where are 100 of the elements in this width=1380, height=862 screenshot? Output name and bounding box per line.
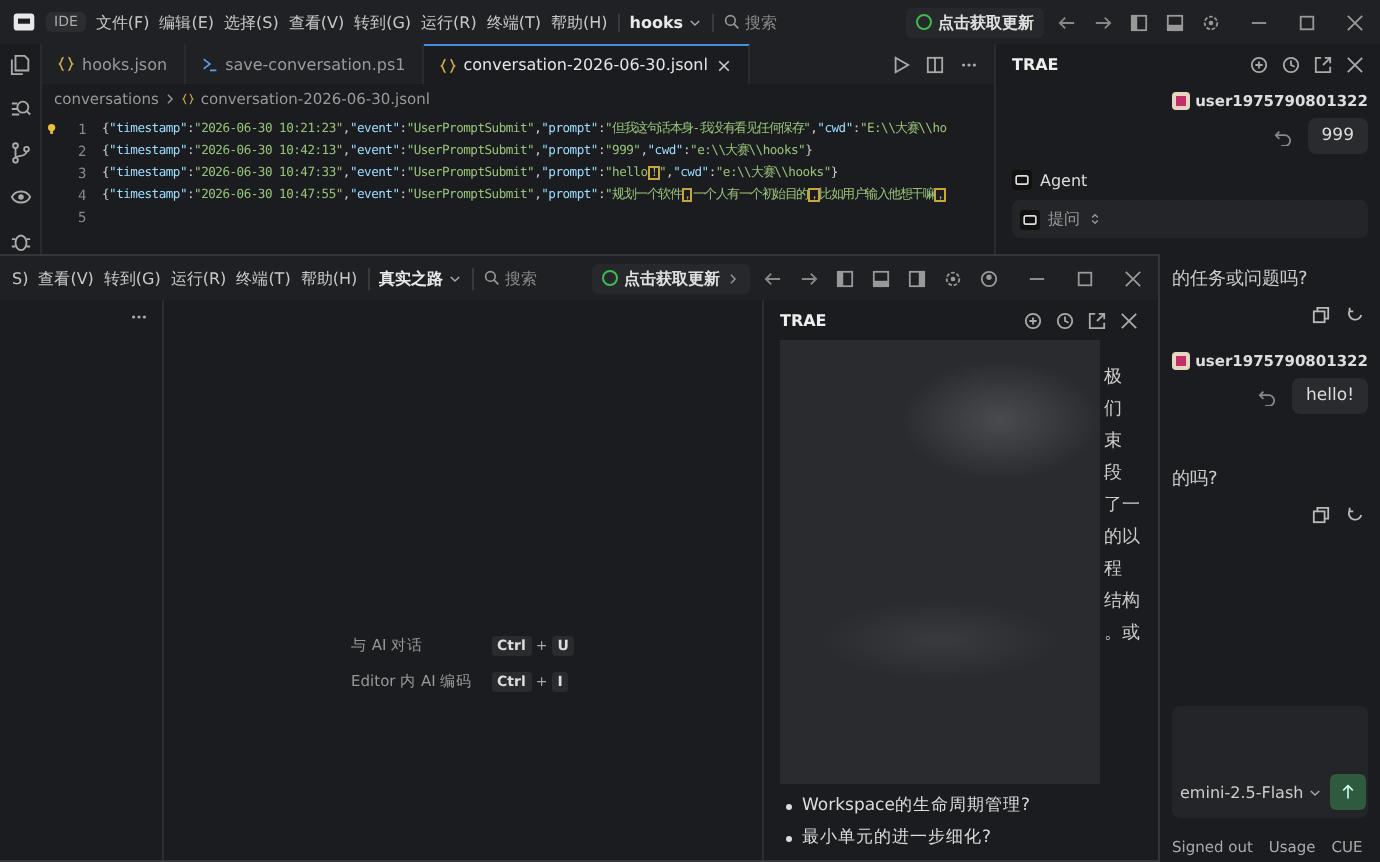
- update-button[interactable]: 点击获取更新: [592, 263, 750, 293]
- copy-icon[interactable]: [1312, 506, 1330, 524]
- chevron-right-icon: [726, 271, 740, 285]
- bullet-icon: [786, 804, 792, 810]
- terminal-icon: [201, 56, 218, 72]
- braces-icon: [58, 56, 74, 72]
- text-fragment: 结构: [1104, 592, 1140, 614]
- copy-icon[interactable]: [1312, 306, 1330, 324]
- close-icon[interactable]: [1124, 269, 1142, 287]
- search-icon[interactable]: [9, 98, 31, 120]
- panel-toggle-icon[interactable]: [1166, 13, 1184, 31]
- menu-item[interactable]: 查看(V): [288, 11, 345, 33]
- refresh-icon[interactable]: [1346, 306, 1364, 324]
- menu-item[interactable]: 转到(G): [354, 11, 412, 33]
- menu-item[interactable]: 帮助(H): [550, 11, 608, 33]
- agent-icon: [1012, 170, 1032, 190]
- menu-item[interactable]: 选择(S): [224, 11, 279, 33]
- text-fragment: 的以: [1104, 528, 1140, 550]
- search-icon: [483, 270, 500, 286]
- project-selector[interactable]: hooks: [617, 13, 714, 31]
- braces-icon: [182, 91, 195, 105]
- text-fragment: 们: [1104, 400, 1122, 422]
- close-icon[interactable]: [1346, 13, 1364, 31]
- bug-icon[interactable]: [9, 230, 31, 252]
- project-selector[interactable]: 真实之路: [367, 267, 474, 289]
- menu-item[interactable]: 文件(F): [95, 11, 150, 33]
- history-icon[interactable]: [1282, 55, 1300, 73]
- split-editor-icon[interactable]: [926, 55, 944, 73]
- reply-text: 的任务或问题吗?: [1172, 267, 1308, 292]
- undo-icon[interactable]: [1258, 387, 1277, 405]
- text-fragment: 极: [1104, 368, 1122, 390]
- list-item: 最小单元的进一步细化?: [802, 828, 992, 850]
- menu-item[interactable]: 终端(T): [236, 267, 291, 289]
- list-item: Workspace的生命周期管理?: [802, 796, 1030, 818]
- back-arrow-icon[interactable]: [764, 269, 782, 287]
- bullet-icon: [786, 836, 792, 842]
- eye-icon[interactable]: [9, 186, 31, 208]
- user-message: 999: [1307, 118, 1368, 154]
- editor-tab[interactable]: hooks.json: [42, 44, 186, 84]
- text-fragment: 束: [1104, 432, 1122, 454]
- menu-item[interactable]: 终端(T): [486, 11, 541, 33]
- user-message: hello!: [1292, 378, 1368, 414]
- menu-item[interactable]: 查看(V): [38, 267, 94, 289]
- text-fragment: 。或: [1104, 624, 1140, 646]
- panel-toggle-icon[interactable]: [872, 269, 890, 287]
- close-tab-icon[interactable]: [715, 57, 732, 73]
- text-fragment: 程: [1104, 560, 1122, 582]
- reply-text: 的吗?: [1172, 467, 1218, 492]
- settings-icon[interactable]: [944, 269, 962, 287]
- chevron-right-icon: [164, 91, 177, 105]
- new-chat-icon[interactable]: [1250, 55, 1268, 73]
- forward-arrow-icon[interactable]: [1094, 13, 1112, 31]
- refresh-icon[interactable]: [1346, 506, 1364, 524]
- text-fragment: 段: [1104, 464, 1122, 486]
- sidebar-toggle-icon[interactable]: [836, 269, 854, 287]
- undo-icon[interactable]: [1273, 127, 1292, 145]
- text-fragment: 了一: [1104, 496, 1140, 518]
- model-selector[interactable]: emini-2.5-Flash: [1180, 783, 1304, 801]
- branch-icon[interactable]: [9, 142, 31, 164]
- menu-item[interactable]: 帮助(H): [300, 267, 358, 289]
- up-down-icon: [1088, 212, 1102, 226]
- editor-tab[interactable]: conversation-2026-06-30.jsonl: [423, 44, 750, 84]
- search-field[interactable]: 搜索: [483, 267, 538, 289]
- maximize-icon[interactable]: [1076, 269, 1094, 287]
- back-arrow-icon[interactable]: [1058, 13, 1076, 31]
- panel-title: TRAE: [780, 311, 827, 329]
- pop-out-icon[interactable]: [1088, 311, 1106, 329]
- braces-icon: [439, 57, 456, 73]
- history-icon[interactable]: [1056, 311, 1074, 329]
- chat-input[interactable]: emini-2.5-Flash: [1172, 706, 1368, 818]
- send-button[interactable]: [1329, 774, 1366, 810]
- sidebar-toggle-icon[interactable]: [908, 269, 926, 287]
- chevron-down-icon: [687, 15, 702, 29]
- menu-item[interactable]: 运行(R): [170, 267, 227, 289]
- files-icon[interactable]: [9, 54, 31, 76]
- chevron-down-icon: [447, 271, 462, 285]
- close-icon[interactable]: [1120, 311, 1138, 329]
- menu-item[interactable]: 转到(G): [103, 267, 161, 289]
- search-icon: [723, 14, 740, 30]
- app-logo-icon: [12, 10, 36, 34]
- run-icon[interactable]: [892, 55, 910, 73]
- avatar-icon: [1172, 352, 1190, 370]
- arrow-up-icon: [1339, 784, 1356, 800]
- menu-item[interactable]: S): [12, 269, 29, 287]
- new-chat-icon[interactable]: [1024, 311, 1042, 329]
- mode-select[interactable]: 提问: [1012, 200, 1368, 238]
- account-icon[interactable]: [980, 269, 998, 287]
- sidebar-toggle-icon[interactable]: [1130, 13, 1148, 31]
- update-button[interactable]: 点击获取更新: [906, 7, 1044, 37]
- lightbulb-icon[interactable]: [46, 122, 60, 136]
- chevron-down-icon: [1307, 785, 1322, 799]
- menu-item[interactable]: 编辑(E): [159, 11, 215, 33]
- forward-arrow-icon[interactable]: [800, 269, 818, 287]
- search-field[interactable]: 搜索: [723, 11, 778, 33]
- maximize-icon[interactable]: [1298, 13, 1316, 31]
- settings-icon[interactable]: [1202, 13, 1220, 31]
- panel-title: TRAE: [1012, 55, 1059, 73]
- close-icon[interactable]: [1346, 55, 1364, 73]
- menu-item[interactable]: 运行(R): [421, 11, 477, 33]
- pop-out-icon[interactable]: [1314, 55, 1332, 73]
